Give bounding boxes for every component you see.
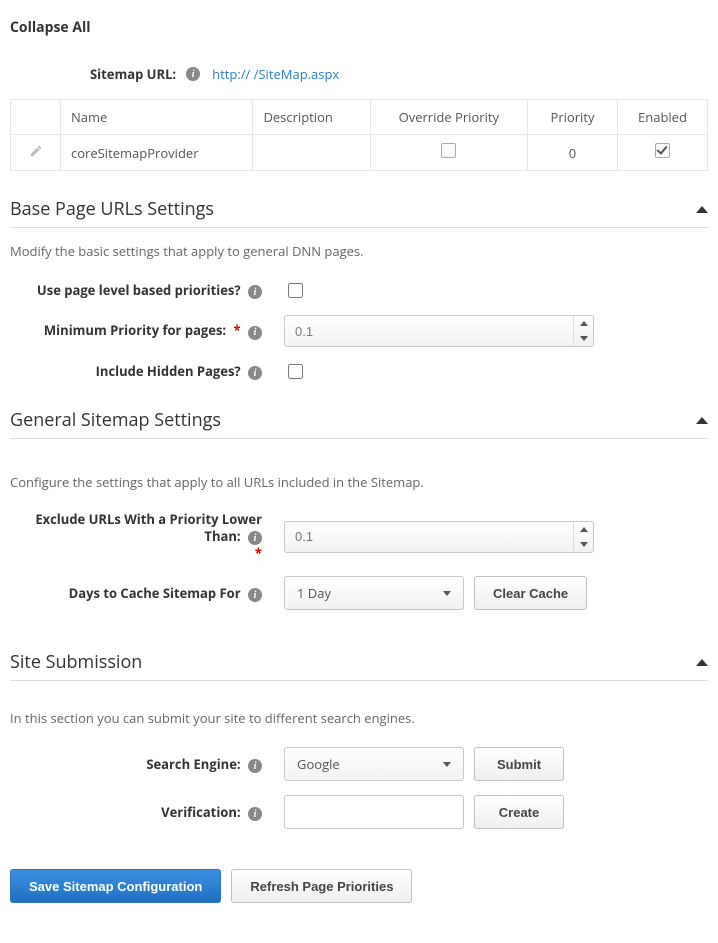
required-marker: * — [255, 544, 262, 562]
label-verification: Verification: — [161, 803, 240, 821]
spin-up-button[interactable] — [574, 316, 593, 331]
col-name: Name — [61, 100, 253, 135]
label-search-engine: Search Engine: — [146, 755, 240, 773]
info-icon[interactable]: i — [186, 67, 200, 81]
save-button[interactable]: Save Sitemap Configuration — [10, 869, 221, 903]
cell-name: coreSitemapProvider — [61, 135, 253, 171]
label-days-cache: Days to Cache Sitemap For — [69, 584, 241, 602]
label-use-page-level: Use page level based priorities? — [37, 281, 241, 299]
edit-icon[interactable] — [29, 144, 43, 162]
exclude-priority-spinner[interactable] — [284, 521, 594, 553]
submit-button[interactable]: Submit — [474, 747, 564, 781]
exclude-priority-input[interactable] — [285, 522, 573, 552]
required-marker: * — [234, 321, 241, 339]
days-cache-dropdown[interactable]: 1 Day — [284, 576, 464, 610]
refresh-button[interactable]: Refresh Page Priorities — [231, 869, 412, 903]
min-priority-input[interactable] — [285, 316, 573, 346]
spin-up-button[interactable] — [574, 522, 593, 537]
include-hidden-checkbox[interactable] — [288, 364, 303, 379]
section-general-desc: Configure the settings that apply to all… — [10, 473, 708, 491]
spin-down-button[interactable] — [574, 537, 593, 552]
spin-down-button[interactable] — [574, 331, 593, 346]
search-engine-value: Google — [297, 755, 340, 773]
days-cache-value: 1 Day — [297, 584, 331, 602]
col-priority: Priority — [528, 100, 618, 135]
info-icon[interactable]: i — [248, 366, 262, 380]
info-icon[interactable]: i — [248, 531, 262, 545]
cell-priority: 0 — [528, 135, 618, 171]
section-base-desc: Modify the basic settings that apply to … — [10, 242, 708, 260]
chevron-up-icon — [696, 417, 708, 424]
section-submission-header[interactable]: Site Submission — [10, 650, 708, 681]
label-min-priority: Minimum Priority for pages: — [44, 321, 226, 339]
providers-grid: Name Description Override Priority Prior… — [10, 99, 708, 171]
section-submission-title: Site Submission — [10, 650, 142, 674]
info-icon[interactable]: i — [248, 285, 262, 299]
info-icon[interactable]: i — [248, 807, 262, 821]
override-checkbox[interactable] — [441, 143, 456, 158]
table-row: coreSitemapProvider 0 — [11, 135, 708, 171]
label-include-hidden: Include Hidden Pages? — [96, 362, 241, 380]
info-icon[interactable]: i — [248, 759, 262, 773]
enabled-checkbox[interactable] — [655, 143, 670, 158]
col-override: Override Priority — [370, 100, 527, 135]
cell-description — [253, 135, 370, 171]
section-base-title: Base Page URLs Settings — [10, 197, 214, 221]
col-description: Description — [253, 100, 370, 135]
clear-cache-button[interactable]: Clear Cache — [474, 576, 587, 610]
section-general-title: General Sitemap Settings — [10, 408, 221, 432]
min-priority-spinner[interactable] — [284, 315, 594, 347]
section-submission-desc: In this section you can submit your site… — [10, 709, 708, 727]
info-icon[interactable]: i — [248, 588, 262, 602]
chevron-down-icon — [443, 591, 451, 596]
label-exclude: Exclude URLs With a Priority Lower Than: — [35, 510, 262, 545]
sitemap-url-value[interactable]: http:// /SiteMap.aspx — [212, 65, 339, 83]
col-enabled: Enabled — [618, 100, 708, 135]
chevron-down-icon — [443, 762, 451, 767]
search-engine-dropdown[interactable]: Google — [284, 747, 464, 781]
chevron-up-icon — [696, 206, 708, 213]
sitemap-url-row: Sitemap URL: i http:// /SiteMap.aspx — [10, 65, 708, 83]
section-general-header[interactable]: General Sitemap Settings — [10, 408, 708, 439]
create-button[interactable]: Create — [474, 795, 564, 829]
info-icon[interactable]: i — [248, 326, 262, 340]
chevron-up-icon — [696, 659, 708, 666]
verification-input[interactable] — [284, 795, 464, 829]
collapse-all-link[interactable]: Collapse All — [10, 18, 91, 37]
use-page-level-checkbox[interactable] — [288, 283, 303, 298]
section-base-header[interactable]: Base Page URLs Settings — [10, 197, 708, 228]
sitemap-url-label: Sitemap URL: — [90, 65, 176, 83]
